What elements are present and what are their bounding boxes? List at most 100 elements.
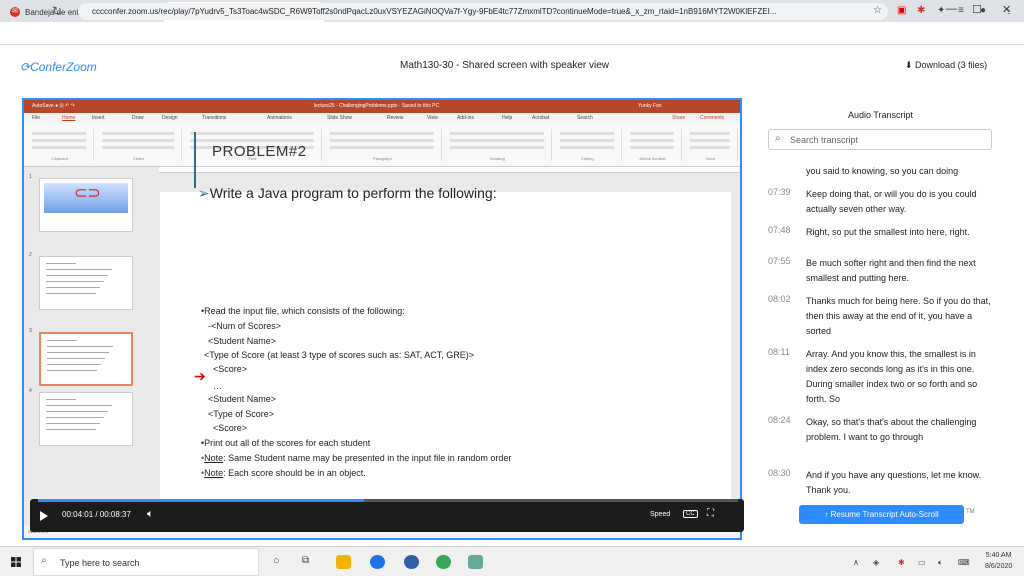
url-field[interactable]: cccconfer.zoom.us/rec/play/7pYudrv5_Ts3T… (78, 3, 888, 20)
ppt-menu-item[interactable]: Design (162, 113, 178, 123)
ribbon-control (32, 139, 86, 142)
task-view-icon[interactable]: ⧉ (302, 555, 309, 566)
ribbon-control (32, 132, 86, 135)
transcript-timestamp[interactable]: 07:48 (768, 225, 791, 235)
volume-tray-icon[interactable]: 🔈︎ (938, 558, 943, 568)
bookmark-star-icon[interactable]: ☆ (873, 5, 882, 16)
transcript-search-input[interactable]: Search transcript (790, 135, 858, 145)
slide-number: 1 (29, 174, 32, 180)
volume-icon[interactable]: 🔈︎ (147, 508, 154, 521)
ppt-menu-item[interactable]: Home (62, 113, 75, 123)
tray-app-icon[interactable]: ✱ (898, 558, 905, 567)
ribbon-control (630, 132, 674, 135)
back-icon[interactable]: ← (8, 4, 20, 18)
closed-caption-button[interactable]: CC (683, 510, 698, 518)
ppt-menu-item[interactable]: View (427, 113, 438, 123)
slide-bullet-line: <Student Name> (208, 394, 277, 404)
transcript-search[interactable]: ⌕ Search transcript (768, 129, 992, 150)
puzzle-icon[interactable]: ✦ (937, 5, 945, 16)
ppt-menu-item[interactable]: Transitions (202, 113, 226, 123)
ribbon-group[interactable]: Adobe Acrobat (624, 129, 682, 161)
ppt-menu-item[interactable]: Help (502, 113, 512, 123)
slide-thumbnail[interactable] (39, 256, 133, 310)
transcript-timestamp[interactable]: 08:11 (768, 347, 790, 357)
ribbon-group-label: Adobe Acrobat (639, 156, 666, 161)
extension-icon[interactable]: ▣ (897, 5, 906, 16)
search-icon: ⌕ (775, 133, 781, 144)
slide-thumbnail[interactable]: ⊂⊃ (39, 178, 133, 232)
title-accent-bar (194, 132, 196, 188)
address-bar-row (0, 22, 1024, 45)
ppt-comments-button[interactable]: Comments (700, 113, 724, 123)
slide-bullet-line: •Read the input file, which consists of … (201, 306, 405, 316)
reading-list-icon[interactable]: ≡ (958, 5, 964, 16)
ribbon-group[interactable]: Slides (96, 129, 182, 161)
battery-icon[interactable]: ▭ (918, 558, 926, 567)
ppt-share-button[interactable]: Share (672, 113, 685, 123)
slide-thumbnail[interactable] (39, 392, 133, 446)
tray-chevron-icon[interactable]: ∧ (853, 558, 859, 567)
thumbnail-text-line (47, 370, 97, 371)
ribbon-control (190, 139, 314, 142)
transcript-timestamp[interactable]: 08:24 (768, 415, 791, 425)
transcript-timestamp[interactable]: 07:39 (768, 187, 791, 197)
transcript-timestamp[interactable]: 07:55 (768, 256, 791, 266)
play-icon[interactable] (40, 511, 48, 521)
taskbar-search[interactable]: ⌕ Type here to search (33, 548, 259, 576)
ppt-menu-item[interactable]: Slide Show (327, 113, 352, 123)
transcript-text: you said to knowing, so you can doing (806, 166, 959, 176)
keyboard-icon[interactable]: ⌨ (958, 558, 970, 567)
trademark: TM (966, 509, 975, 515)
ribbon-control (102, 132, 174, 135)
ribbon-group[interactable]: Clipboard (26, 129, 94, 161)
ppt-menu-item[interactable]: Search (577, 113, 593, 123)
ppt-menu-item[interactable]: Animations (267, 113, 292, 123)
forward-icon[interactable]: → (30, 4, 42, 18)
ribbon-group[interactable]: Voice (684, 129, 738, 161)
ppt-menu-item[interactable]: Acrobat (532, 113, 549, 123)
reload-icon[interactable]: ↻ (52, 4, 62, 18)
transcript-list[interactable]: you said to knowing, so you can doing 07:… (768, 151, 998, 503)
file-explorer-icon[interactable] (336, 555, 351, 569)
ribbon-group[interactable]: Editing (554, 129, 622, 161)
extension-icon[interactable]: ✱ (917, 5, 925, 16)
edge-icon[interactable] (370, 555, 385, 569)
logo-text: ConferZoom (30, 60, 97, 74)
thumbnail-text-line (46, 423, 100, 424)
transcript-timestamp[interactable]: 08:30 (768, 468, 791, 478)
ribbon-group-label: Clipboard (50, 156, 69, 161)
profile-icon[interactable]: ● (980, 5, 986, 16)
thumbnail-text-line (46, 429, 96, 430)
menu-kebab-icon[interactable]: ⋮ (1004, 5, 1014, 16)
speed-button[interactable]: Speed (650, 511, 670, 518)
fullscreen-icon[interactable]: ⛶ (707, 508, 714, 519)
app-icon[interactable] (468, 555, 483, 569)
chrome-icon[interactable] (436, 555, 451, 569)
ppt-menu-item[interactable]: Draw (132, 113, 144, 123)
ribbon-group[interactable]: Paragraph (324, 129, 442, 161)
ribbon-control (190, 132, 314, 135)
taskbar-search-input[interactable]: Type here to search (60, 558, 140, 568)
note-text: : Each score should be in an object. (223, 468, 366, 478)
cortana-icon[interactable]: ○ (273, 555, 280, 567)
taskbar-clock[interactable]: 5:40 AM 8/6/2020 (985, 550, 1012, 572)
ribbon-group[interactable]: Drawing (444, 129, 552, 161)
search-icon: ⌕ (41, 555, 47, 566)
ppt-menu-item[interactable]: Review (387, 113, 403, 123)
ribbon-group-label: Paragraph (373, 156, 392, 161)
transcript-text: Keep doing that, or will you do is you c… (806, 189, 977, 214)
slide-thumbnail[interactable] (39, 332, 133, 386)
download-icon: ⬇ (905, 60, 916, 70)
download-button[interactable]: ⬇ Download (3 files) (905, 60, 987, 71)
app-icon[interactable] (404, 555, 419, 569)
minimize-button[interactable]: — (946, 3, 957, 15)
tray-app-icon[interactable]: ◈ (873, 558, 879, 567)
windows-start-icon[interactable] (11, 557, 21, 567)
thumbnail-text-line (46, 281, 104, 282)
ppt-menu-item[interactable]: Add-ins (457, 113, 474, 123)
ppt-menu-item[interactable]: File (32, 113, 40, 123)
resume-autoscroll-button[interactable]: ↑ Resume Transcript Auto-Scroll (799, 505, 964, 524)
transcript-timestamp[interactable]: 08:02 (768, 294, 791, 304)
slide-bullet-line: <Score> (213, 423, 248, 433)
ppt-menu-item[interactable]: Insert (92, 113, 105, 123)
